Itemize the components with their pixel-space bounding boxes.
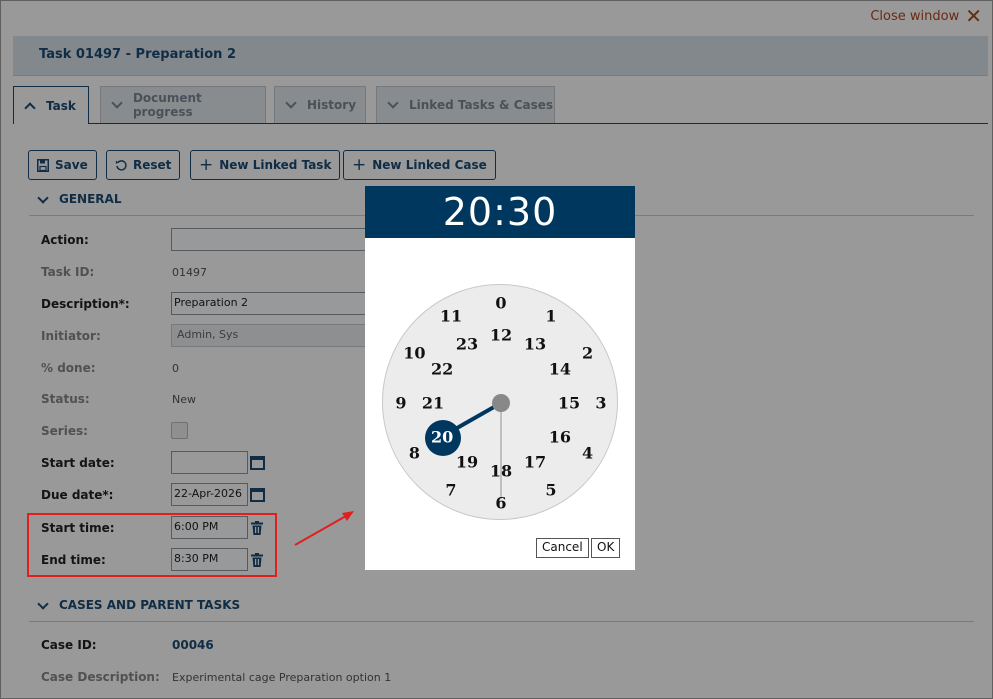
clock-inner-number[interactable]: 16 [549, 428, 571, 447]
clock-outer-number[interactable]: 6 [495, 494, 506, 513]
clock-outer-number[interactable]: 8 [409, 444, 420, 463]
clock-hand [442, 394, 510, 499]
clock-outer-number[interactable]: 11 [440, 307, 462, 326]
cancel-button[interactable]: Cancel [536, 538, 589, 558]
highlight-arrow-icon [294, 511, 354, 546]
ok-button[interactable]: OK [591, 538, 621, 558]
clock-outer-number[interactable]: 3 [595, 394, 606, 413]
clock-outer-number[interactable]: 9 [395, 394, 406, 413]
clock-outer-number[interactable]: 2 [582, 344, 593, 363]
clock-inner-number[interactable]: 15 [558, 394, 580, 413]
clock-outer-number[interactable]: 4 [582, 444, 593, 463]
clock-inner-number[interactable]: 22 [431, 360, 453, 379]
highlight-box [27, 513, 277, 577]
clock-outer-number[interactable]: 5 [545, 480, 556, 499]
clock-outer-number[interactable]: 7 [445, 480, 456, 499]
clock-inner-number[interactable]: 20 [431, 428, 453, 447]
clock-outer-number[interactable]: 10 [403, 344, 425, 363]
clock-face[interactable]: 0 1 2 3 4 5 6 7 8 9 10 11 12 13 14 15 16 17 18 19 20 21 22 23 [382, 284, 618, 520]
time-display: 20:30 [365, 186, 635, 238]
clock-inner-number[interactable]: 17 [524, 452, 546, 471]
clock-inner-number[interactable]: 14 [549, 360, 571, 379]
clock-inner-number[interactable]: 23 [456, 335, 478, 354]
clock-outer-number[interactable]: 0 [495, 294, 506, 313]
clock-inner-number[interactable]: 13 [524, 335, 546, 354]
clock-outer-number[interactable]: 1 [545, 307, 556, 326]
clock-inner-number[interactable]: 12 [490, 326, 512, 345]
clock-inner-number[interactable]: 18 [490, 462, 512, 481]
time-picker-dialog: 20:30 0 1 2 3 4 5 6 7 8 9 10 11 12 13 14 15 16 17 18 19 20 21… [365, 186, 635, 570]
clock-inner-number[interactable]: 19 [456, 452, 478, 471]
clock-inner-number[interactable]: 21 [422, 394, 444, 413]
